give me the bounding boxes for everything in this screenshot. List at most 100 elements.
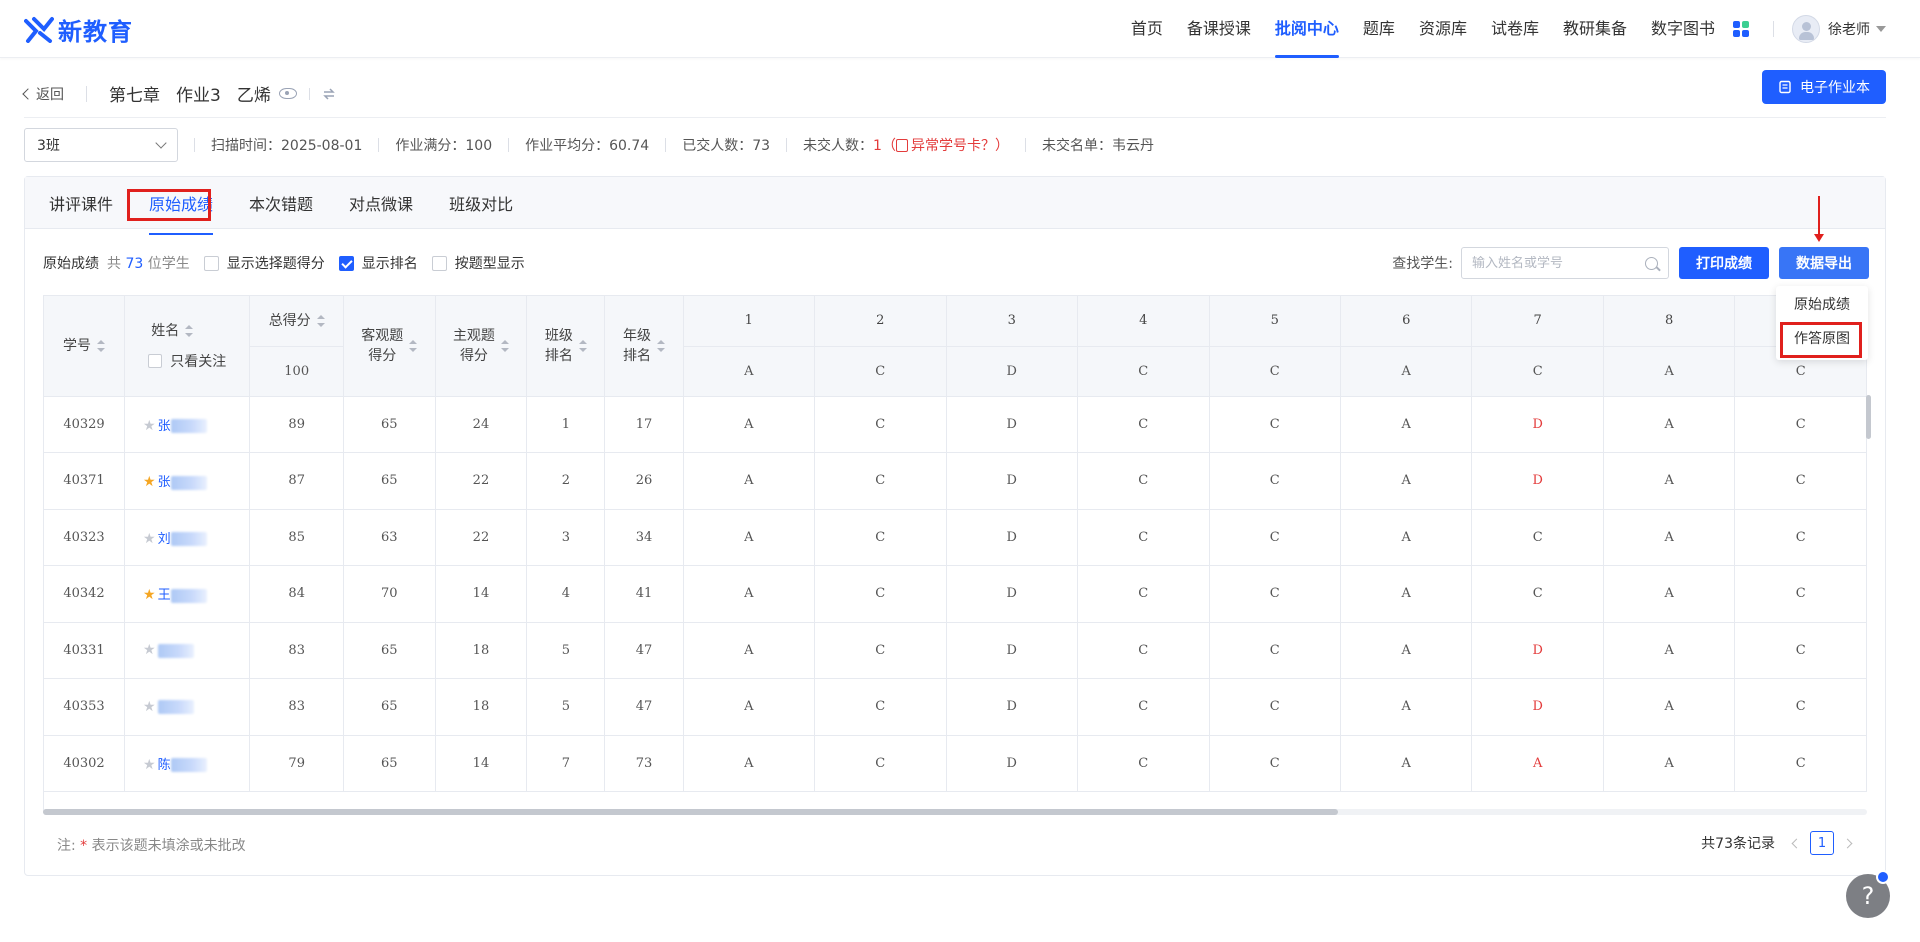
header-objective-score[interactable]: 客观题 得分	[343, 296, 436, 397]
print-scores-button[interactable]: 打印成绩	[1679, 247, 1769, 279]
search-box[interactable]	[1461, 247, 1669, 279]
cell-student-name[interactable]: ★	[124, 678, 251, 736]
nav-item-lessons[interactable]: 备课授课	[1175, 0, 1263, 58]
cell-student-name[interactable]: ★ 刘	[124, 509, 251, 566]
cell-grade-rank: 73	[604, 735, 684, 792]
nav-item-question-bank[interactable]: 题库	[1351, 0, 1407, 58]
sort-icon[interactable]	[500, 339, 509, 352]
tab-class-compare[interactable]: 班级对比	[443, 187, 519, 219]
tab-micro-lessons[interactable]: 对点微课	[343, 187, 419, 219]
abnormal-id-link[interactable]: 异常学号卡？）	[895, 138, 1009, 154]
checkbox-box[interactable]	[203, 255, 219, 271]
nav-item-exam-bank[interactable]: 试卷库	[1479, 0, 1551, 58]
info-divider	[786, 138, 788, 152]
checkbox-by-type[interactable]: 按题型显示	[431, 253, 525, 273]
export-option-raw-scores[interactable]: 原始成绩	[1776, 288, 1868, 322]
checkbox-box[interactable]	[148, 353, 163, 368]
checkbox-box[interactable]	[431, 255, 447, 271]
horizontal-scrollbar[interactable]	[43, 809, 1867, 815]
page-number-current[interactable]: 1	[1810, 831, 1834, 855]
search-icon[interactable]	[1645, 256, 1658, 270]
class-select[interactable]: 3班	[24, 128, 178, 162]
cell-objective-score: 63	[343, 509, 436, 566]
cell-answer: C	[814, 396, 947, 453]
cell-student-name[interactable]: ★ 陈	[124, 735, 251, 792]
cell-answer: A	[1340, 452, 1473, 510]
star-outline-icon[interactable]: ★	[143, 757, 156, 773]
redacted-name-mask	[170, 532, 207, 547]
user-menu[interactable]: 徐老师	[1792, 15, 1886, 43]
star-filled-icon[interactable]: ★	[143, 587, 156, 603]
scrollbar-thumb[interactable]	[43, 809, 1338, 815]
star-outline-icon[interactable]: ★	[143, 418, 156, 434]
annotation-box-export-option	[1780, 322, 1862, 358]
student-name-text[interactable]: 张	[158, 475, 171, 490]
header-label: 主观题	[452, 327, 495, 344]
header-divider	[86, 85, 87, 102]
checkbox-show-rank[interactable]: 显示排名	[338, 253, 418, 273]
star-filled-icon[interactable]: ★	[143, 474, 156, 490]
sort-icon[interactable]	[316, 314, 325, 327]
cell-subjective-score: 14	[435, 735, 528, 792]
back-button[interactable]: 返回	[22, 84, 64, 104]
ebook-button[interactable]: 电子作业本	[1762, 70, 1886, 104]
cell-answer: A	[683, 565, 816, 623]
header-question-5: 5	[1209, 296, 1341, 347]
cell-student-name[interactable]: ★	[124, 622, 251, 679]
info-divider	[508, 138, 510, 152]
star-outline-icon[interactable]: ★	[143, 642, 156, 658]
sort-icon[interactable]	[657, 339, 665, 352]
header-total-full-score: 100	[249, 346, 344, 397]
user-name: 徐老师	[1828, 22, 1870, 38]
export-data-button[interactable]: 数据导出	[1779, 247, 1869, 279]
cell-objective-score: 65	[343, 452, 436, 510]
cell-student-name[interactable]: ★ 张	[124, 396, 251, 453]
header-student-id[interactable]: 学号	[44, 296, 126, 397]
prev-page-icon[interactable]	[1791, 838, 1802, 848]
header-total-score[interactable]: 总得分	[249, 296, 344, 347]
next-page-icon[interactable]	[1842, 838, 1853, 848]
swap-icon[interactable]	[322, 87, 336, 101]
sort-icon[interactable]	[97, 339, 106, 352]
cell-answer: A	[1340, 622, 1473, 679]
tab-wrong-questions[interactable]: 本次错题	[243, 187, 319, 219]
header-question-7: 7	[1471, 296, 1604, 347]
sort-icon[interactable]	[185, 324, 194, 337]
star-outline-icon[interactable]: ★	[143, 531, 156, 547]
star-outline-icon[interactable]: ★	[143, 699, 156, 715]
student-name-text[interactable]: 陈	[158, 758, 171, 773]
redacted-name-mask	[170, 758, 207, 773]
nav-item-grading-center[interactable]: 批阅中心	[1263, 0, 1351, 58]
vertical-scrollbar[interactable]	[1866, 395, 1871, 815]
student-name-text[interactable]: 张	[158, 419, 171, 434]
sort-icon[interactable]	[409, 339, 418, 352]
header-class-rank[interactable]: 班级 排名	[526, 296, 606, 397]
cell-answer: A	[1603, 678, 1736, 736]
topic-title: 乙烯	[236, 86, 271, 106]
brand-logo[interactable]: 新教育	[24, 14, 133, 46]
nav-item-research[interactable]: 教研集备	[1551, 0, 1639, 58]
header-subjective-score[interactable]: 主观题 得分	[435, 296, 528, 397]
header-label: 姓名	[151, 322, 180, 339]
cell-answer: C	[1077, 452, 1210, 510]
cell-student-name[interactable]: ★ 王	[124, 565, 251, 623]
cell-total-score: 89	[249, 396, 344, 453]
student-name-text[interactable]: 刘	[158, 532, 171, 547]
apps-grid-icon[interactable]	[1733, 21, 1749, 37]
cell-grade-rank: 34	[604, 509, 684, 566]
student-name-text[interactable]: 王	[158, 588, 171, 603]
header-grade-rank[interactable]: 年级 排名	[604, 296, 684, 397]
average-score-value: 60.74	[609, 138, 650, 154]
cell-student-name[interactable]: ★ 张	[124, 452, 251, 510]
eye-icon[interactable]	[278, 88, 297, 99]
checkbox-box-checked[interactable]	[338, 255, 354, 271]
search-input[interactable]	[1472, 255, 1632, 271]
tab-lecture-slides[interactable]: 讲评课件	[43, 187, 119, 219]
checkbox-choice-score[interactable]: 显示选择题得分	[203, 253, 325, 273]
nav-item-home[interactable]: 首页	[1119, 0, 1175, 58]
sort-icon[interactable]	[578, 339, 587, 352]
nav-item-digital-books[interactable]: 数字图书	[1639, 0, 1727, 58]
nav-item-resources[interactable]: 资源库	[1407, 0, 1479, 58]
scrollbar-thumb[interactable]	[1866, 395, 1871, 439]
focus-only-checkbox[interactable]: 只看关注	[125, 351, 249, 371]
